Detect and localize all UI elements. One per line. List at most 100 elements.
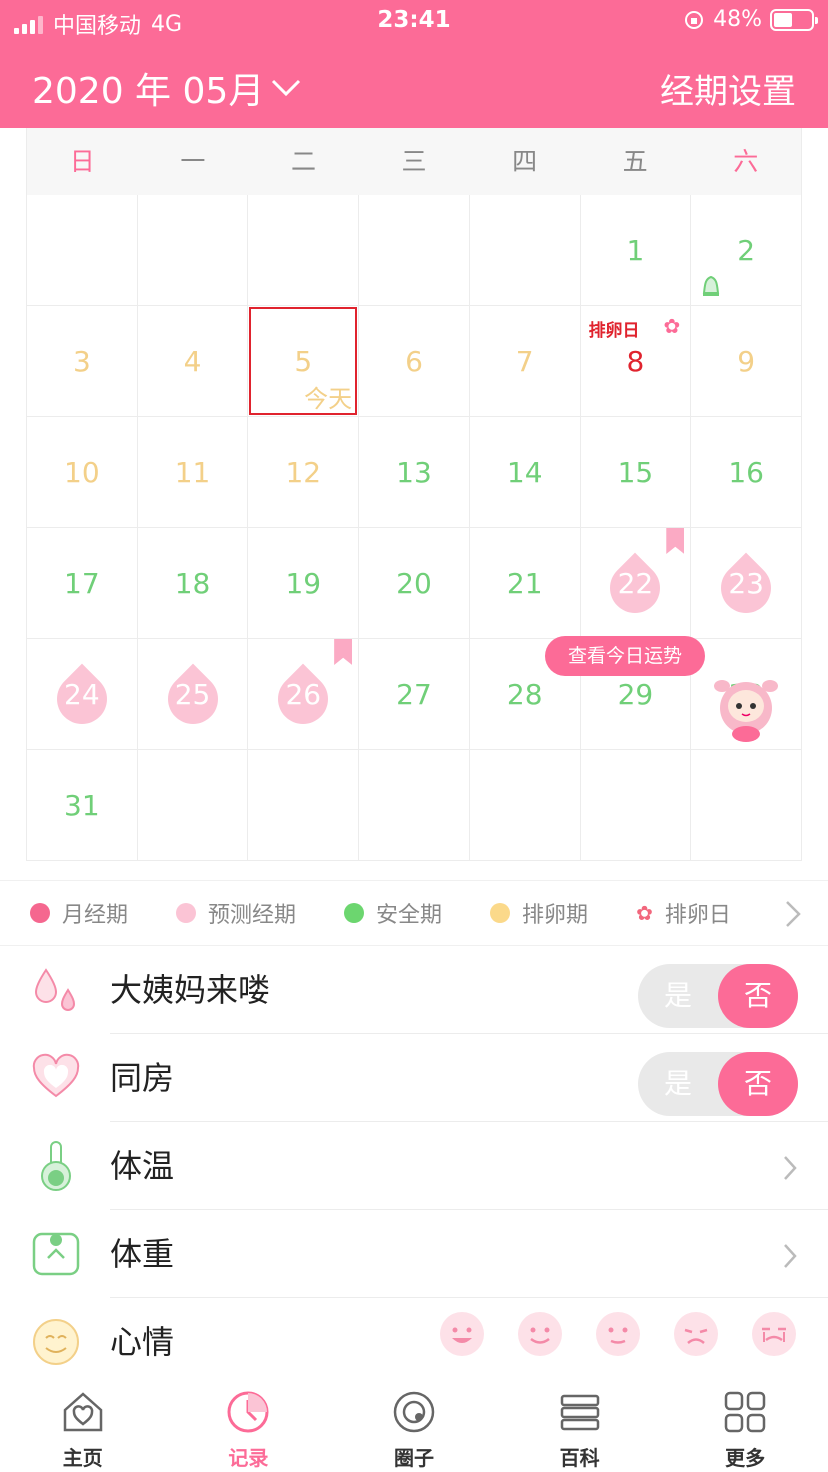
tab-encyclopedia[interactable]: 百科: [497, 1384, 663, 1472]
day-cell[interactable]: 24: [27, 639, 138, 750]
grid-icon: [724, 1391, 766, 1433]
legend-dot: [176, 903, 197, 923]
day-cell[interactable]: 11: [137, 417, 249, 528]
tab-label-circle: 圈子: [393, 1446, 434, 1470]
intimacy-yes[interactable]: 是: [638, 1052, 718, 1116]
day-cell[interactable]: 4: [137, 306, 249, 417]
weight-row[interactable]: 体重: [0, 1210, 828, 1298]
month-title: 2020 年 05月: [32, 71, 265, 112]
mood-sad-icon[interactable]: [672, 1310, 720, 1358]
day-number: 27: [396, 677, 432, 711]
books-icon: [560, 1394, 599, 1431]
day-cell[interactable]: 2: [691, 195, 802, 306]
day-cell[interactable]: 15: [580, 417, 692, 528]
mood-happy-icon[interactable]: [516, 1310, 564, 1358]
mood-calm-icon[interactable]: [594, 1310, 642, 1358]
tab-home[interactable]: 主页: [0, 1384, 166, 1472]
mood-cry-icon[interactable]: [750, 1310, 798, 1358]
day-number: 3: [72, 344, 91, 378]
day-number: 24: [64, 677, 100, 711]
day-cell[interactable]: 14: [469, 417, 581, 528]
period-label: 大姨妈来喽: [110, 971, 271, 1009]
temperature-row[interactable]: 体温: [0, 1122, 828, 1210]
weekday-label: 二: [290, 147, 316, 176]
day-number: 17: [64, 566, 100, 600]
tab-more[interactable]: 更多: [662, 1384, 828, 1472]
mood-label: 心情: [110, 1323, 175, 1361]
day-number: 23: [728, 566, 764, 600]
day-number: 6: [405, 344, 423, 378]
today-label: 今天: [304, 385, 353, 413]
day-cell[interactable]: 23: [691, 528, 802, 639]
day-number: 20: [396, 566, 432, 600]
day-cell[interactable]: 10: [27, 417, 138, 528]
day-cell[interactable]: 5 今天: [248, 306, 360, 417]
period-yes[interactable]: 是: [638, 964, 718, 1028]
day-cell[interactable]: 25: [137, 639, 249, 750]
bell-icon: [703, 275, 720, 296]
tab-record[interactable]: 记录: [166, 1384, 332, 1472]
day-cell[interactable]: 7: [469, 306, 581, 417]
day-cell[interactable]: 27: [359, 639, 470, 750]
month-selector[interactable]: 2020 年 05月: [32, 62, 302, 114]
tab-circle[interactable]: 圈子: [331, 1384, 497, 1472]
weekday-label: 日: [69, 147, 95, 176]
day-number: 14: [506, 455, 543, 489]
day-cell[interactable]: 17: [27, 528, 138, 639]
day-number: 10: [64, 455, 100, 489]
day-number: 7: [515, 344, 534, 378]
chevron-right-icon[interactable]: [784, 899, 802, 929]
day-number: 12: [285, 455, 322, 489]
day-number: 25: [174, 677, 211, 711]
mascot-icon[interactable]: [706, 674, 784, 742]
legend-bar[interactable]: 月经期 预测经期 安全期 排卵期 ✿ 排卵日: [0, 880, 828, 946]
weekday-label: 六: [733, 147, 759, 176]
house-icon: [63, 1392, 103, 1432]
day-cell[interactable]: 8 排卵日 ✿: [580, 306, 692, 417]
day-cell[interactable]: 26: [248, 639, 360, 750]
day-cell[interactable]: 3: [27, 306, 138, 417]
intimacy-no[interactable]: 否: [718, 1052, 798, 1116]
period-no[interactable]: 否: [718, 964, 798, 1028]
mood-row: 心情: [0, 1298, 828, 1386]
legend-label: 月经期: [62, 903, 129, 928]
tab-bar: 主页 记录 圈子 百科 更多: [0, 1384, 828, 1472]
empty-cell: [580, 750, 692, 861]
day-cell[interactable]: 16: [691, 417, 802, 528]
mood-laugh-icon[interactable]: [438, 1310, 486, 1358]
weekday-label: 一: [180, 147, 206, 176]
tab-label-encyclopedia: 百科: [559, 1446, 600, 1470]
empty-cell: [248, 750, 360, 861]
empty-cell: [469, 750, 581, 861]
day-number: 1: [626, 233, 645, 267]
day-number: 15: [617, 455, 654, 489]
rotation-lock-icon: [685, 10, 704, 29]
ovulation-day-label: 排卵日: [588, 321, 640, 341]
day-cell[interactable]: 22: [580, 528, 692, 639]
day-cell[interactable]: 18: [137, 528, 249, 639]
day-cell[interactable]: 31: [27, 750, 138, 861]
day-cell[interactable]: 9: [691, 306, 802, 417]
legend-label: 排卵日: [664, 903, 731, 928]
intimacy-toggle[interactable]: 是 否: [638, 1052, 798, 1116]
day-cell[interactable]: 20: [359, 528, 470, 639]
day-cell[interactable]: 21: [469, 528, 581, 639]
status-bar: 中国移动 4G 23:41 48%: [0, 0, 828, 42]
period-settings-button[interactable]: 经期设置: [660, 64, 796, 113]
period-toggle[interactable]: 是 否: [638, 964, 798, 1028]
weekday-label: 四: [512, 147, 538, 176]
day-cell[interactable]: 6: [359, 306, 470, 417]
chevron-right-icon: [784, 1244, 797, 1268]
flower-icon: ✿: [636, 901, 653, 925]
day-cell[interactable]: 1: [580, 195, 692, 306]
drops-icon: [34, 968, 76, 1011]
fortune-button[interactable]: 查看今日运势: [545, 636, 705, 676]
weekday-label: 三: [401, 147, 427, 176]
day-cell[interactable]: 12: [248, 417, 360, 528]
empty-cell: [248, 195, 360, 306]
empty-cell: [27, 195, 138, 306]
weekday-header: 日一二三四五六: [26, 128, 802, 195]
day-cell[interactable]: 19: [248, 528, 360, 639]
legend-label: 安全期: [376, 903, 443, 928]
day-cell[interactable]: 13: [359, 417, 470, 528]
